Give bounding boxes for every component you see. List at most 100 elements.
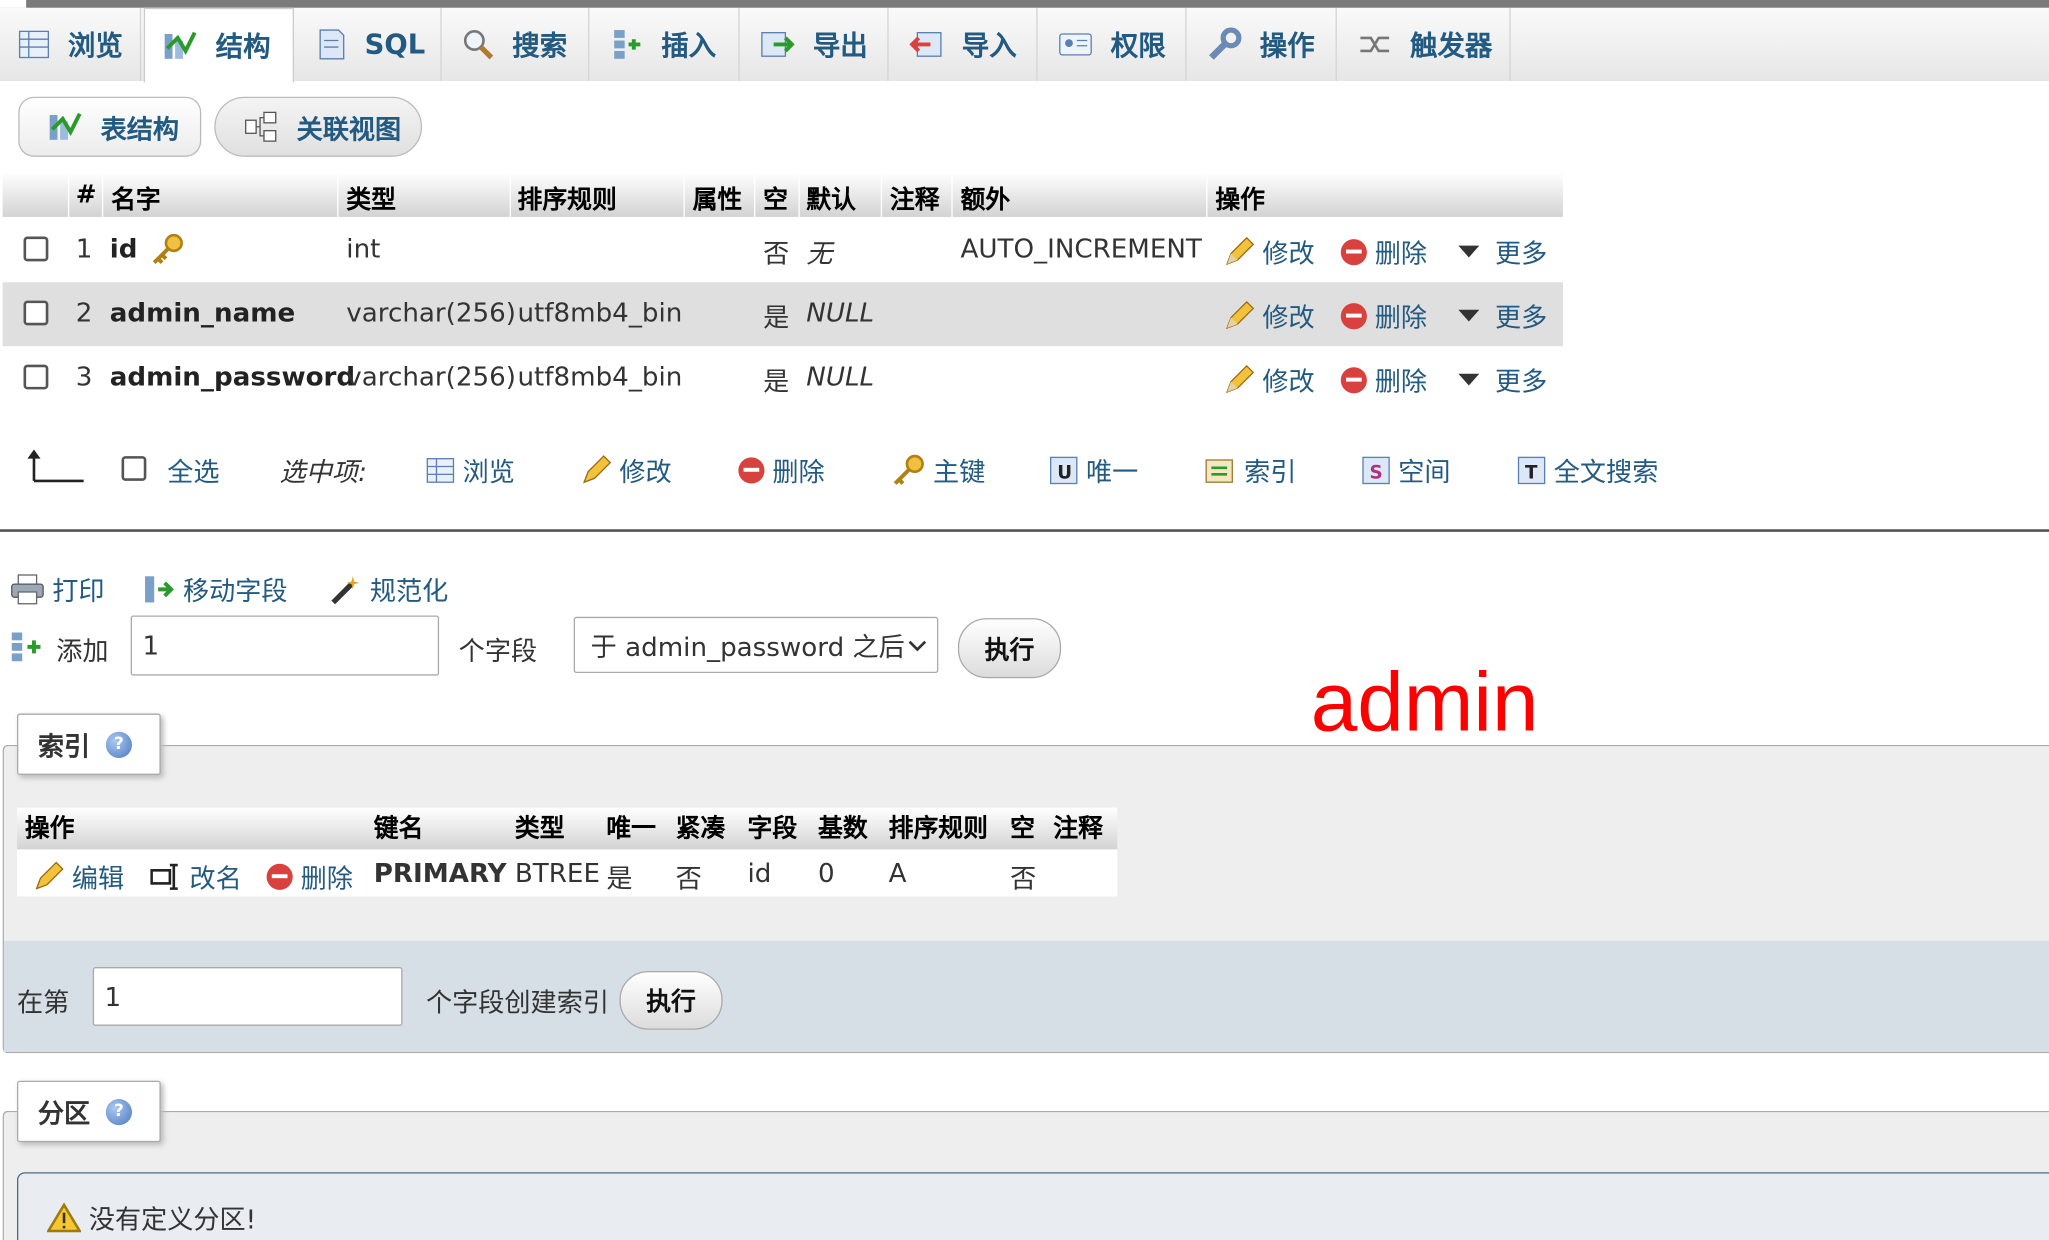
index-collation: A bbox=[888, 857, 907, 889]
key-icon bbox=[891, 453, 925, 487]
col-header-null[interactable]: 空 bbox=[763, 180, 788, 215]
tab-privileges[interactable]: 权限 bbox=[1040, 7, 1187, 82]
drop-button[interactable]: 删除 bbox=[1340, 361, 1428, 399]
check-all-checkbox[interactable] bbox=[121, 456, 147, 481]
tab-search[interactable]: 搜索 bbox=[444, 7, 590, 82]
change-label: 修改 bbox=[1262, 365, 1315, 398]
pencil-icon bbox=[33, 860, 64, 892]
browse-icon bbox=[18, 30, 50, 59]
drop-button[interactable]: 删除 bbox=[1340, 233, 1427, 271]
column-name: admin_password bbox=[109, 360, 356, 393]
index-unique: 是 bbox=[606, 862, 633, 894]
print-icon bbox=[10, 573, 44, 604]
chevron-down-icon bbox=[908, 638, 927, 651]
move-columns-link[interactable]: 移动字段 bbox=[144, 570, 287, 608]
bulk-spatial-label: 空间 bbox=[1398, 456, 1451, 488]
index-edit-button[interactable]: 编辑 bbox=[33, 857, 124, 895]
tab-triggers[interactable]: 触发器 bbox=[1339, 7, 1511, 82]
add-columns-go-button[interactable]: 执行 bbox=[957, 618, 1062, 679]
indexes-legend: 索引? bbox=[16, 713, 161, 775]
column-default: 无 bbox=[806, 237, 833, 270]
subtab-table-structure[interactable]: 表结构 bbox=[18, 96, 202, 157]
col-header-type[interactable]: 类型 bbox=[346, 180, 396, 215]
column-collation: utf8mb4_bin bbox=[517, 296, 683, 329]
column-default: NULL bbox=[806, 296, 875, 329]
add-position-select[interactable]: 于 admin_password 之后 bbox=[573, 616, 939, 674]
index-drop-button[interactable]: 删除 bbox=[266, 857, 353, 895]
change-button[interactable]: 修改 bbox=[1223, 361, 1315, 399]
idx-header-type: 类型 bbox=[514, 814, 565, 843]
browse-icon bbox=[426, 457, 455, 483]
bulk-primary-button[interactable]: 主键 bbox=[891, 451, 985, 489]
create-index-count-input[interactable]: 1 bbox=[92, 967, 403, 1026]
tab-import[interactable]: 导入 bbox=[891, 7, 1038, 82]
check-all-link[interactable]: 全选 bbox=[167, 451, 219, 489]
bulk-unique-button[interactable]: U 唯一 bbox=[1049, 451, 1138, 489]
pencil-icon bbox=[580, 454, 612, 485]
col-header-attributes[interactable]: 属性 bbox=[693, 180, 743, 215]
operations-icon bbox=[1207, 27, 1242, 61]
drop-button[interactable]: 删除 bbox=[1340, 297, 1427, 335]
bulk-index-button[interactable]: 索引 bbox=[1205, 451, 1296, 489]
col-header-default[interactable]: 默认 bbox=[806, 180, 856, 215]
index-column: id bbox=[747, 857, 772, 889]
bulk-browse-button[interactable]: 浏览 bbox=[426, 451, 515, 489]
col-header-comments[interactable]: 注释 bbox=[890, 180, 940, 215]
column-null: 是 bbox=[763, 365, 790, 398]
col-header-collation[interactable]: 排序规则 bbox=[517, 180, 616, 215]
drop-icon bbox=[738, 456, 765, 483]
subtab-relation-view[interactable]: 关联视图 bbox=[214, 96, 423, 157]
add-columns-count-input[interactable]: 1 bbox=[130, 615, 440, 676]
add-label: 添加 bbox=[56, 635, 109, 667]
tab-operations[interactable]: 操作 bbox=[1189, 7, 1337, 82]
bulk-fulltext-button[interactable]: T 全文搜索 bbox=[1517, 451, 1658, 489]
bulk-change-label: 修改 bbox=[619, 456, 672, 488]
print-link[interactable]: 打印 bbox=[10, 570, 105, 608]
row-checkbox[interactable] bbox=[23, 364, 49, 390]
row-checkbox[interactable] bbox=[23, 300, 49, 326]
bulk-drop-button[interactable]: 删除 bbox=[738, 451, 825, 489]
more-dropdown[interactable]: 更多 bbox=[1458, 233, 1547, 271]
drop-icon bbox=[1340, 366, 1367, 393]
col-header-extra[interactable]: 额外 bbox=[960, 180, 1010, 215]
create-index-count-value: 1 bbox=[104, 980, 122, 1013]
bulk-spatial-button[interactable]: S 空间 bbox=[1362, 451, 1451, 489]
column-null: 是 bbox=[763, 301, 790, 334]
tab-insert[interactable]: 插入 bbox=[593, 7, 740, 82]
relation-icon bbox=[244, 111, 278, 142]
help-icon[interactable]: ? bbox=[105, 731, 132, 758]
tab-sql[interactable]: SQL bbox=[297, 7, 442, 82]
unique-icon: U bbox=[1049, 455, 1078, 484]
column-default: NULL bbox=[806, 360, 875, 393]
svg-text:S: S bbox=[1370, 462, 1383, 483]
top-strip bbox=[0, 0, 2049, 8]
create-index-go-button[interactable]: 执行 bbox=[619, 970, 723, 1030]
row-num: 3 bbox=[75, 360, 93, 393]
col-header-action: 操作 bbox=[1215, 185, 1266, 215]
create-index-prefix: 在第 bbox=[16, 986, 70, 1018]
row-checkbox[interactable] bbox=[23, 236, 49, 262]
idx-header-collation: 排序规则 bbox=[888, 814, 988, 843]
row-num: 1 bbox=[75, 232, 93, 264]
column-collation: utf8mb4_bin bbox=[517, 360, 683, 393]
bulk-drop-label: 删除 bbox=[772, 456, 825, 488]
idx-header-action: 操作 bbox=[24, 814, 75, 843]
change-button[interactable]: 修改 bbox=[1223, 233, 1315, 271]
caret-down-icon bbox=[1458, 245, 1480, 258]
index-rename-button[interactable]: 改名 bbox=[150, 857, 242, 895]
column-type: varchar(256) bbox=[346, 296, 516, 329]
tab-browse[interactable]: 浏览 bbox=[0, 7, 142, 82]
help-icon[interactable]: ? bbox=[105, 1098, 132, 1125]
rename-icon bbox=[150, 862, 181, 891]
more-dropdown[interactable]: 更多 bbox=[1458, 361, 1547, 399]
col-header-name[interactable]: 名字 bbox=[111, 180, 161, 215]
bulk-change-button[interactable]: 修改 bbox=[580, 451, 672, 489]
tab-export[interactable]: 导出 bbox=[742, 7, 889, 82]
partitions-legend: 分区? bbox=[16, 1080, 161, 1143]
tab-structure[interactable]: 结构 bbox=[143, 7, 295, 83]
change-button[interactable]: 修改 bbox=[1223, 297, 1315, 335]
more-dropdown[interactable]: 更多 bbox=[1458, 297, 1547, 335]
drop-label: 删除 bbox=[1374, 365, 1428, 398]
create-index-suffix: 个字段创建索引 bbox=[426, 986, 609, 1018]
normalize-link[interactable]: 规范化 bbox=[331, 570, 448, 608]
